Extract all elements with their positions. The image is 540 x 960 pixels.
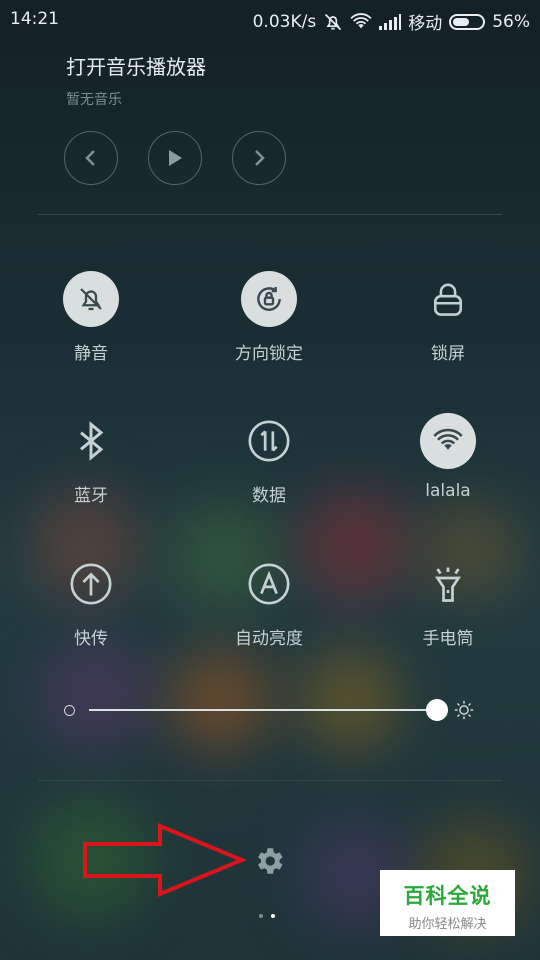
gear-icon (258, 848, 283, 874)
next-button[interactable] (232, 131, 286, 185)
toggle-rotation-lock[interactable]: 方向锁定 (199, 271, 339, 364)
toggle-label: 快传 (74, 629, 108, 649)
lock-icon (420, 271, 476, 327)
toggle-auto-brightness[interactable]: 自动亮度 (199, 556, 339, 649)
play-button[interactable] (148, 131, 202, 185)
divider (38, 214, 502, 215)
battery-percent: 56% (492, 11, 530, 32)
red-arrow-icon (83, 823, 246, 897)
toggle-label: 锁屏 (431, 344, 465, 364)
toggle-lock-screen[interactable]: 锁屏 (378, 271, 518, 364)
mobile-data-icon (241, 413, 297, 469)
signal-icon (379, 13, 402, 30)
toggle-label: 自动亮度 (235, 629, 303, 649)
clock: 14:21 (10, 9, 59, 29)
divider (38, 780, 502, 781)
toggle-label: 数据 (252, 486, 286, 506)
carrier-name: 移动 (408, 14, 443, 34)
auto-brightness-icon (241, 556, 297, 612)
page-dot (259, 914, 263, 918)
toggle-wifi[interactable]: lalala (378, 413, 518, 501)
watermark-title: 百科全说 (403, 884, 492, 908)
brightness-thumb[interactable] (426, 699, 448, 721)
toggle-bluetooth[interactable]: 蓝牙 (21, 413, 161, 506)
toggle-flashlight[interactable]: 手电筒 (378, 556, 518, 649)
toggle-label: 静音 (74, 344, 108, 364)
watermark-logo: 百科全说 助你轻松解决 (380, 870, 515, 936)
music-player-title[interactable]: 打开音乐播放器 (66, 51, 206, 80)
watermark-subtitle: 助你轻松解决 (408, 917, 487, 932)
bluetooth-icon (63, 413, 119, 469)
brightness-track[interactable] (89, 709, 437, 711)
bell-off-icon (323, 12, 343, 32)
play-icon (169, 150, 182, 166)
brightness-high-icon (453, 699, 475, 725)
settings-button[interactable] (251, 843, 287, 879)
toggle-label: 方向锁定 (235, 344, 303, 364)
toggle-quick-transfer[interactable]: 快传 (21, 556, 161, 649)
flashlight-icon (420, 556, 476, 612)
rotation-lock-icon (241, 271, 297, 327)
toggle-label: lalala (425, 481, 471, 501)
toggle-mute[interactable]: 静音 (21, 271, 161, 364)
page-dot-active (271, 914, 275, 918)
wifi-icon (350, 12, 372, 31)
brightness-low-icon (64, 705, 75, 716)
network-speed: 0.03K/s (252, 11, 317, 32)
toggle-label: 手电筒 (422, 629, 474, 649)
page-indicator (259, 914, 275, 918)
toggle-mobile-data[interactable]: 数据 (199, 413, 339, 506)
battery-icon (449, 13, 486, 30)
previous-icon (85, 150, 95, 166)
brightness-slider[interactable] (62, 696, 482, 726)
quick-transfer-icon (63, 556, 119, 612)
bell-off-icon (63, 271, 119, 327)
previous-button[interactable] (64, 131, 118, 185)
status-bar: 14:21 0.03K/s 移动 56% (0, 0, 540, 38)
music-status: 暂无音乐 (66, 92, 122, 108)
toggle-label: 蓝牙 (74, 486, 108, 506)
wifi-icon (420, 413, 476, 469)
next-icon (255, 150, 265, 166)
